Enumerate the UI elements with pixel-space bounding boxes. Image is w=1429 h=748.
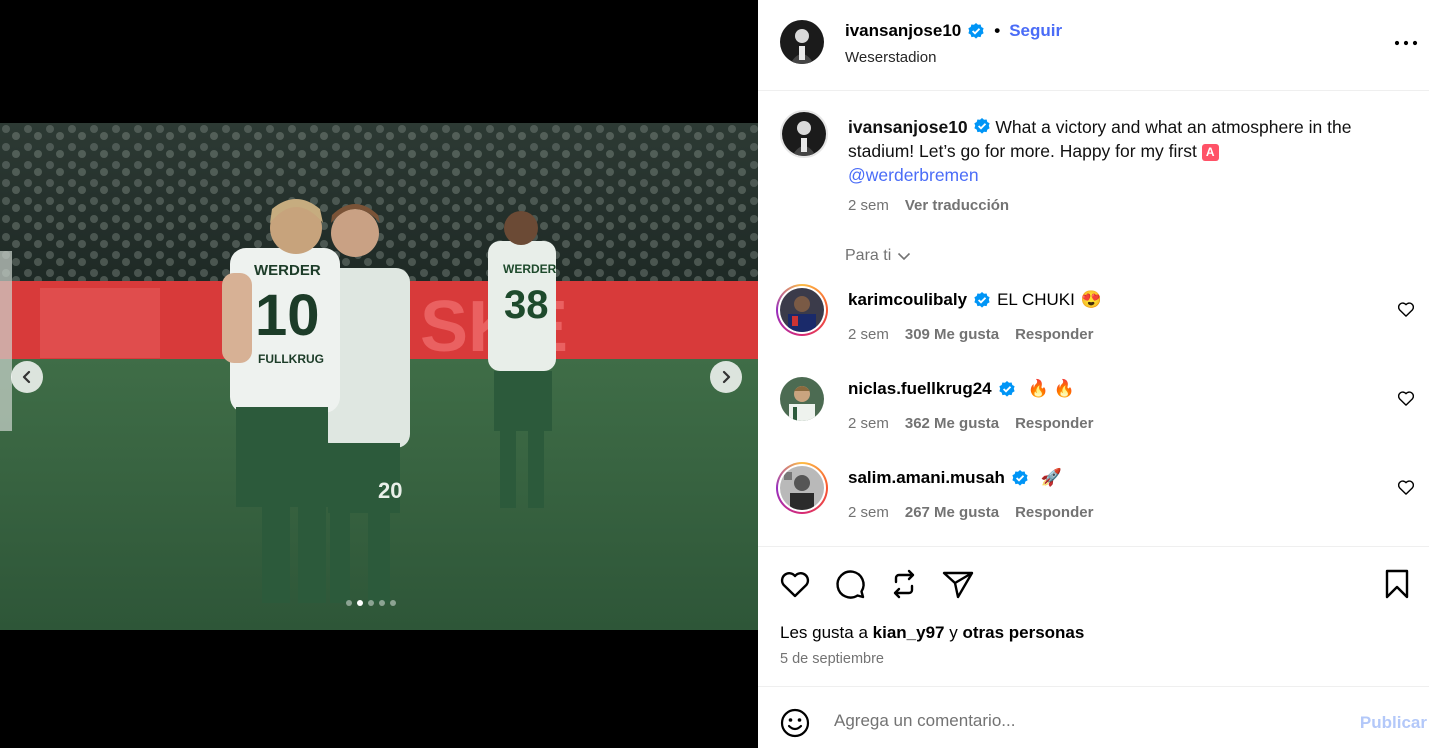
caption-time[interactable]: 2 sem [848,197,889,214]
comment-emoji: 🚀 [1040,468,1063,487]
player-38-number: 38 [504,283,549,327]
reply-button[interactable]: Responder [1015,504,1093,521]
previous-slide-button[interactable] [11,361,43,393]
comment-filter-dropdown[interactable]: Para ti [845,247,911,265]
post-header: ivansanjose10 • Seguir Weserstadion [758,0,1429,91]
heart-icon[interactable] [1396,299,1416,319]
next-slide-button[interactable] [710,361,742,393]
chevron-left-icon [22,370,31,384]
bookmark-icon[interactable] [1380,567,1414,601]
comment-likes[interactable]: 362 Me gusta [905,415,999,432]
post-date[interactable]: 5 de septiembre [780,651,884,667]
comment-time[interactable]: 2 sem [848,415,889,432]
comment-emoji: 😍 [1080,290,1103,309]
post-location[interactable]: Weserstadion [845,49,936,66]
slide-indicator [346,600,396,606]
comment-text-row: salim.amani.musah 🚀 [848,468,1062,488]
comment-time[interactable]: 2 sem [848,504,889,521]
caption-meta: 2 sem Ver traducción [848,197,1009,214]
player-20-number: 20 [378,478,402,503]
slide-dot [368,600,374,606]
slide-dot [390,600,396,606]
follow-button[interactable]: Seguir [1009,21,1062,41]
translate-link[interactable]: Ver traducción [905,197,1009,214]
action-bar: Les gusta a kian_y97 y otras personas 5 … [758,546,1429,686]
player-10-name-top: WERDER [254,262,321,279]
liked-prefix: Les gusta a [780,623,868,642]
comment-avatar-story-ring[interactable] [776,284,828,336]
caption-username[interactable]: ivansanjose10 [848,117,968,137]
verified-icon [1012,470,1028,486]
heart-icon[interactable] [1396,477,1416,497]
verified-icon [973,118,990,134]
verified-icon [968,23,984,39]
comment-text-row: karimcoulibaly EL CHUKI 😍 [848,290,1102,310]
post-caption: ivansanjose10 What a victory and what an… [848,115,1408,187]
author-username[interactable]: ivansanjose10 [845,21,961,41]
header-user-row: ivansanjose10 • Seguir [845,21,1062,41]
repost-icon[interactable] [887,567,921,601]
comment-item: karimcoulibaly EL CHUKI 😍 2 sem 309 Me g… [758,283,1429,363]
comment-meta: 2 sem 362 Me gusta Responder [848,415,1093,432]
publish-button[interactable]: Publicar [1360,713,1427,733]
comment-likes[interactable]: 309 Me gusta [905,326,999,343]
like-heart-icon[interactable] [778,567,812,601]
player-10-number: 10 [255,283,320,348]
chevron-down-icon [898,252,911,261]
more-options-icon[interactable] [1393,30,1419,56]
comment-meta: 2 sem 267 Me gusta Responder [848,504,1093,521]
football-celebration-image: SKE WERDER 38 20 [0,123,758,630]
reply-button[interactable]: Responder [1015,415,1093,432]
comment-username[interactable]: niclas.fuellkrug24 [848,379,992,399]
avatar [780,288,824,332]
comment-composer: Publicar [758,686,1429,748]
comment-avatar[interactable] [780,377,824,421]
verified-icon [974,292,990,308]
comment-icon[interactable] [833,567,867,601]
comment-item: niclas.fuellkrug24 🔥 🔥 2 sem 362 Me gust… [758,372,1429,452]
slide-dot [357,600,363,606]
comment-emoji: 🔥 🔥 [1027,379,1075,398]
liked-middle: y [949,623,958,642]
caption-avatar[interactable] [780,110,828,158]
player-38-name: WERDER [503,262,557,276]
comment-username[interactable]: salim.amani.musah [848,468,1005,488]
comment-username[interactable]: karimcoulibaly [848,290,967,310]
post-photo[interactable]: SKE WERDER 38 20 [0,123,758,630]
share-icon[interactable] [941,567,975,601]
slide-dot [379,600,385,606]
comment-likes[interactable]: 267 Me gusta [905,504,999,521]
comment-body: EL CHUKI [997,290,1075,309]
caption-mention[interactable]: @werderbremen [848,165,979,185]
heart-icon[interactable] [1396,388,1416,408]
comment-text-row: niclas.fuellkrug24 🔥 🔥 [848,379,1075,399]
comment-item: salim.amani.musah 🚀 2 sem 267 Me gusta R… [758,461,1429,541]
author-avatar[interactable] [780,20,824,64]
chevron-right-icon [722,370,731,384]
comment-time[interactable]: 2 sem [848,326,889,343]
comment-input[interactable] [834,703,1304,739]
emoji-icon[interactable] [779,707,811,739]
avatar [780,377,824,421]
verified-icon [999,381,1015,397]
filter-label: Para ti [845,247,892,264]
separator-dot: • [994,21,1001,40]
post-side-panel: ivansanjose10 • Seguir Weserstadion ivan… [758,0,1429,748]
slide-dot [346,600,352,606]
comment-avatar-story-ring[interactable] [776,462,828,514]
media-panel: SKE WERDER 38 20 [0,0,758,748]
liked-user[interactable]: kian_y97 [873,623,945,642]
liked-by-text: Les gusta a kian_y97 y otras personas [780,623,1084,643]
reply-button[interactable]: Responder [1015,326,1093,343]
comment-meta: 2 sem 309 Me gusta Responder [848,326,1093,343]
caption-emoji: A [1201,144,1219,161]
liked-others[interactable]: otras personas [962,623,1084,642]
avatar [780,466,824,510]
player-10-name-bottom: FULLKRUG [258,352,324,366]
